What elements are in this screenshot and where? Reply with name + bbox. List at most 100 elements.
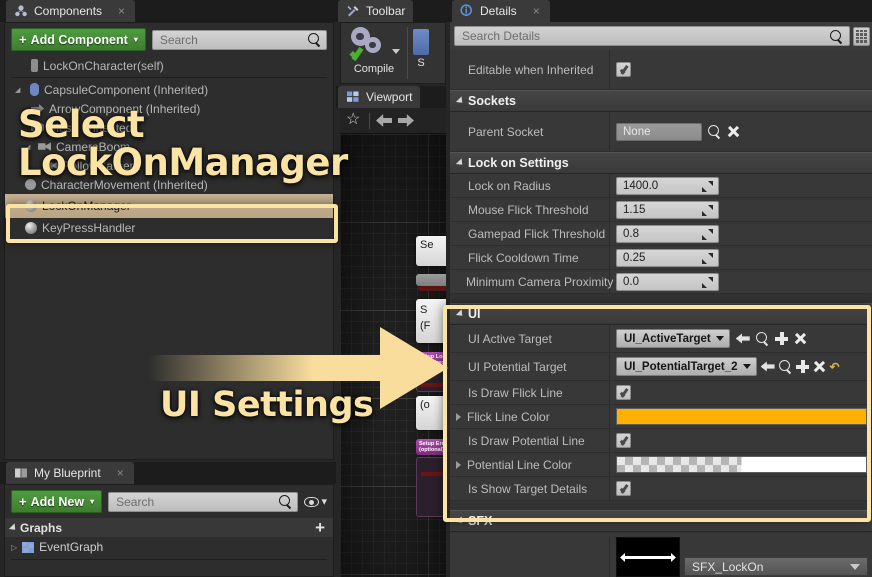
field-value: UI_ActiveTarget [624,332,711,345]
browse-icon[interactable] [708,125,721,138]
graph-node[interactable]: Setup Error (optional) [416,439,446,455]
browse-icon[interactable] [778,360,792,373]
category-sfx[interactable]: SFX [450,510,872,532]
graph-item-eventgraph[interactable]: ▷ EventGraph [5,537,333,557]
forward-arrow-icon[interactable] [398,114,414,127]
flick-line-color-swatch[interactable] [616,408,867,425]
add-component-label: Add Component [30,32,128,47]
tree-item-mesh[interactable]: Mesh (Inherited) [5,118,333,137]
mouse-flick-threshold-input[interactable]: 1.15 [616,200,719,219]
parent-socket-field[interactable]: None [616,122,702,141]
expander-icon[interactable] [456,412,461,421]
back-icon[interactable] [735,333,750,344]
spinner-icon[interactable] [702,276,713,288]
potential-line-color-swatch[interactable] [616,456,867,473]
spinner-icon[interactable] [702,252,713,264]
browse-icon[interactable] [755,332,769,345]
back-icon[interactable] [760,361,775,372]
spinner-icon[interactable] [702,204,713,216]
search-placeholder: Search [116,494,155,509]
tree-item-followcamera[interactable]: FollowCamera [5,156,333,175]
tab-components[interactable]: Components × [6,0,136,22]
add-component-button[interactable]: + Add Component ▾ [11,28,146,51]
clear-icon[interactable] [813,360,826,373]
spinner-icon[interactable] [702,180,713,192]
expander-icon[interactable] [456,460,461,469]
new-icon[interactable] [774,332,788,345]
spinner-icon[interactable] [702,228,713,240]
ui-active-target-dropdown[interactable]: UI_ActiveTarget [616,329,730,348]
reset-icon[interactable]: ↶ [830,360,840,374]
tab-toolbar[interactable]: Toolbar [338,0,414,22]
tab-my-blueprint[interactable]: My Blueprint × [6,462,134,484]
expander[interactable]: ▷ [11,543,17,552]
clear-icon[interactable] [794,332,807,345]
sphere-icon [25,221,37,234]
back-arrow-icon[interactable] [376,114,392,127]
category-ui[interactable]: UI [450,303,872,325]
graph-node[interactable]: S (F [416,299,446,343]
sfx-asset-dropdown[interactable]: SFX_LockOn [684,557,868,576]
details-search-input[interactable]: Search Details [454,26,850,46]
section-graphs[interactable]: Graphs + [5,518,333,537]
expander[interactable]: ◢ [15,86,23,94]
label-text: Editable when Inherited [468,62,594,77]
tree-item-keypresshandler[interactable]: KeyPressHandler [5,218,333,237]
add-graph-button[interactable]: + [315,518,325,538]
graph-node[interactable] [416,457,446,517]
clear-icon[interactable] [727,125,740,138]
flick-cooldown-time-input[interactable]: 0.25 [616,248,719,267]
close-icon[interactable]: × [117,466,124,480]
graph-node[interactable]: (o [416,396,446,430]
property-value: UI_PotentialTarget_2 ↶ [610,353,872,380]
save-icon [413,29,429,55]
category-sockets[interactable]: Sockets [450,90,872,112]
tree-item-lockonmanager[interactable]: LockOnManager [5,194,333,218]
close-icon[interactable]: × [533,4,540,18]
close-icon[interactable]: × [118,4,125,18]
save-button[interactable]: S [408,23,434,69]
graph-node[interactable] [416,370,446,392]
is-draw-potential-line-checkbox[interactable] [616,433,631,448]
field-value: 1400.0 [623,179,659,192]
gamepad-flick-threshold-input[interactable]: 0.8 [616,224,719,243]
myblueprint-search-input[interactable]: Search [108,491,299,512]
compile-button[interactable]: Compile [341,23,407,75]
sound-wave-icon[interactable] [616,537,680,577]
property-value: None [610,122,872,141]
visibility-toggle-button[interactable]: ▾ [304,495,327,508]
tab-label: Toolbar [366,4,406,18]
add-new-button[interactable]: + Add New ▾ [11,490,103,513]
graph-icon [22,541,35,553]
graph-node[interactable] [418,286,446,291]
graph-grid[interactable]: Se S (F Setup Lock (Required) (o Setup E [340,134,446,577]
graph-item-label: EventGraph [39,540,104,554]
tree-item-self[interactable]: LockOnCharacter(self) [5,56,333,75]
graph-node[interactable]: Se [416,236,446,266]
category-lock-on-settings[interactable]: Lock on Settings [450,152,872,174]
ui-potential-target-dropdown[interactable]: UI_PotentialTarget_2 [616,357,757,376]
tree-item-cameraboom[interactable]: ◢ CameraBoom [5,137,333,156]
tab-viewport[interactable]: Viewport [338,86,421,108]
favorite-icon[interactable]: ☆ [346,112,363,129]
is-show-target-details-checkbox[interactable] [616,481,631,496]
chevron-icon [8,522,19,533]
tree-item-charactermovement[interactable]: CharacterMovement (Inherited) [5,175,333,194]
components-search-input[interactable]: Search [151,29,327,50]
tree-item-capsulecomponent[interactable]: ◢ CapsuleComponent (Inherited) [5,80,333,99]
lock-on-radius-input[interactable]: 1400.0 [616,176,719,195]
tab-details[interactable]: Details × [452,0,550,22]
tree-item-label: Mesh (Inherited) [49,120,137,135]
details-body: Search Details Editable when Inherited S… [450,22,872,577]
is-draw-flick-line-checkbox[interactable] [616,385,631,400]
graph-node[interactable]: Setup Lock (Required) [416,352,446,368]
expander[interactable]: ◢ [25,143,33,151]
new-icon[interactable] [795,360,809,373]
minimum-camera-proximity-input[interactable]: 0.0 [616,272,719,291]
label-text: Is Draw Flick Line [468,385,563,400]
settings-grid-icon[interactable] [853,26,870,46]
graph-node[interactable] [416,274,446,286]
chevron-down-icon[interactable] [391,48,400,54]
tree-item-arrowcomponent[interactable]: ArrowComponent (Inherited) [5,99,333,118]
editable-when-inherited-checkbox[interactable] [616,62,631,77]
